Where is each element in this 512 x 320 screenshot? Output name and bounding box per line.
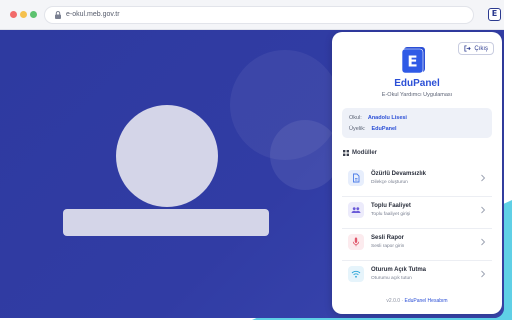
- close-window-button[interactable]: [10, 11, 17, 18]
- membership-value: EduPanel: [371, 126, 397, 132]
- page-content: Çıkış E EduPanel E-Okul Yardımcı Uygulam…: [0, 30, 504, 318]
- school-label: Okul:: [349, 115, 362, 121]
- panel-footer: v2.0.0 · EduPanel Hesabım: [332, 298, 502, 304]
- logo-letter: E: [407, 53, 417, 71]
- minimize-window-button[interactable]: [20, 11, 27, 18]
- chevron-right-icon: [481, 270, 486, 278]
- logout-label: Çıkış: [474, 45, 488, 52]
- school-value: Anadolu Lisesi: [367, 115, 407, 121]
- edupanel-logo: E: [401, 47, 425, 74]
- school-row: Okul: Anadolu Lisesi: [349, 115, 407, 121]
- logout-icon: [464, 45, 472, 52]
- profile-photo-placeholder: [116, 105, 218, 207]
- lock-icon: [55, 11, 61, 19]
- people-icon: [348, 202, 364, 218]
- module-toplu-faaliyet[interactable]: Toplu Faaliyet Toplu faaliyet girişi: [342, 197, 492, 225]
- membership-label: Üyelik:: [349, 126, 366, 132]
- module-subtitle: Oturumu açık tutun: [371, 276, 412, 281]
- maximize-window-button[interactable]: [30, 11, 37, 18]
- browser-toolbar: e-okul.meb.gov.tr E: [0, 0, 504, 30]
- microphone-icon: [348, 234, 364, 250]
- module-subtitle: Dilekçe oluşturun: [371, 180, 408, 185]
- chevron-right-icon: [481, 206, 486, 214]
- module-subtitle: Toplu faaliyet girişi: [371, 212, 411, 217]
- chevron-right-icon: [481, 174, 486, 182]
- chevron-right-icon: [481, 238, 486, 246]
- document-icon: [348, 170, 364, 186]
- modules-heading: Modüller: [343, 150, 377, 156]
- background-photo-shape: [270, 120, 340, 190]
- module-sesli-rapor[interactable]: Sesli Rapor Sesli rapor girin: [342, 229, 492, 257]
- address-bar[interactable]: e-okul.meb.gov.tr: [44, 6, 474, 24]
- app-title: EduPanel: [394, 78, 440, 89]
- module-ozurlu-devamsizlik[interactable]: Özürlü Devamsızlık Dilekçe oluşturun: [342, 165, 492, 193]
- module-title: Özürlü Devamsızlık: [371, 171, 427, 177]
- app-subtitle: E-Okul Yardımcı Uygulaması: [381, 92, 453, 98]
- extension-panel: Çıkış E EduPanel E-Okul Yardımcı Uygulam…: [332, 32, 502, 314]
- membership-row: Üyelik: EduPanel: [349, 126, 397, 132]
- logout-button[interactable]: Çıkış: [458, 42, 494, 55]
- module-oturum-acik-tutma[interactable]: Oturum Açık Tutma Oturumu açık tutun: [342, 261, 492, 289]
- extension-button[interactable]: E: [488, 8, 501, 21]
- module-title: Toplu Faaliyet: [371, 203, 411, 209]
- module-title: Sesli Rapor: [371, 235, 405, 241]
- address-url: e-okul.meb.gov.tr: [66, 11, 120, 18]
- module-subtitle: Sesli rapor girin: [371, 244, 405, 249]
- account-info-box: Okul: Anadolu Lisesi Üyelik: EduPanel: [342, 108, 492, 138]
- account-link[interactable]: EduPanel Hesabım: [404, 298, 447, 304]
- modules-heading-label: Modüller: [352, 150, 377, 156]
- wifi-icon: [348, 266, 364, 282]
- module-title: Oturum Açık Tutma: [371, 267, 427, 273]
- grid-icon: [343, 150, 349, 156]
- version-text: v2.0.0 ·: [386, 298, 404, 304]
- name-placeholder-bar: [63, 209, 269, 236]
- browser-window: e-okul.meb.gov.tr E Çıkış E EduPanel E-O…: [0, 0, 504, 318]
